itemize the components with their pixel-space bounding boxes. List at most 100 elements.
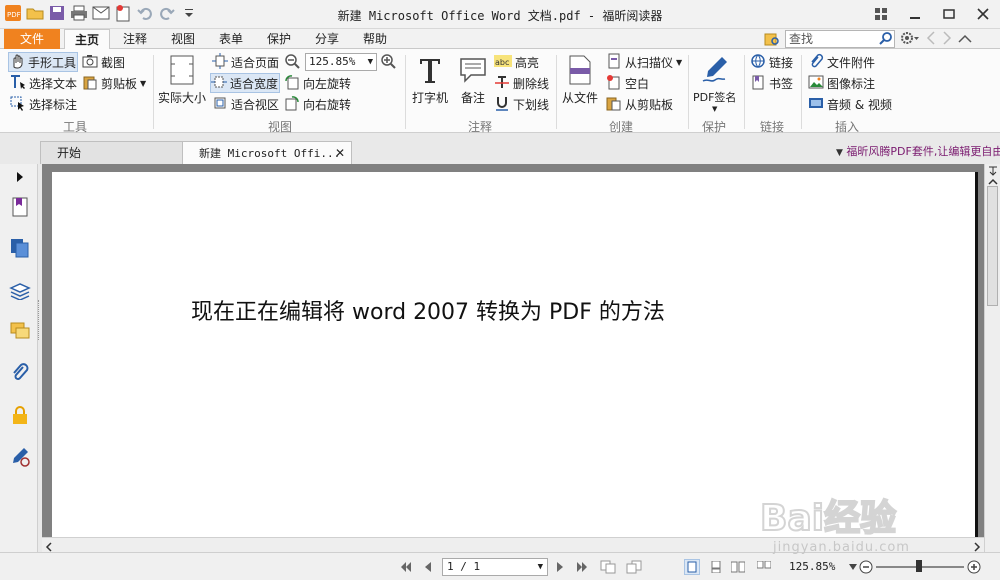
restore-icon[interactable] [932, 0, 966, 28]
typewriter-button[interactable]: 打字机 [412, 53, 448, 106]
comments-panel-icon[interactable] [9, 320, 31, 342]
separator [153, 55, 154, 129]
blank-page-icon [606, 74, 622, 93]
last-page-icon[interactable] [574, 559, 590, 575]
svg-text:abc: abc [495, 58, 509, 67]
hand-tool-button[interactable]: 手形工具 [8, 52, 78, 72]
page-number-select[interactable]: 1 / 1 ▼ [442, 558, 548, 576]
select-annotation-button[interactable]: 选择标注 [10, 94, 77, 114]
from-file-button[interactable]: 从文件 [562, 53, 598, 106]
clipboard-icon [606, 95, 622, 114]
group-label-insert: 插入 [834, 120, 859, 134]
image-annotation-button[interactable]: 图像标注 [808, 73, 875, 93]
next-view-icon[interactable] [626, 559, 642, 575]
title-bar: PDF 新建 Microsoft Office Word 文档.pdf - 福昕… [0, 0, 1000, 29]
chevron-down-icon: ▼ [367, 57, 373, 67]
pages-panel-icon[interactable] [9, 237, 31, 259]
note-icon [456, 53, 490, 87]
signatures-panel-icon[interactable] [9, 446, 31, 468]
previous-view-icon[interactable] [600, 559, 616, 575]
tab-comment[interactable]: 注释 [114, 29, 156, 49]
select-text-button[interactable]: 选择文本 [10, 73, 77, 93]
underline-button[interactable]: 下划线 [494, 94, 549, 114]
file-pdf-icon [563, 53, 597, 87]
tab-start[interactable]: 开始 [40, 141, 185, 164]
document-text: 现在正在编辑将 word 2007 转换为 PDF 的方法 [191, 300, 665, 325]
clipboard-button[interactable]: 剪贴板 ▼ [82, 73, 146, 93]
close-tab-icon[interactable]: ✕ [335, 142, 345, 165]
rotate-right-button[interactable]: 向右旋转 [284, 94, 351, 114]
fit-width-button[interactable]: 适合宽度 [210, 73, 280, 93]
first-page-icon[interactable] [398, 559, 414, 575]
zoom-out-icon[interactable] [858, 559, 874, 575]
caret-down-icon: ▼ [836, 148, 843, 158]
tab-current-document[interactable]: 新建 Microsoft Offi... ✕ [182, 141, 352, 164]
promo-link[interactable]: ▼ 福昕风腾PDF套件,让编辑更自由 [836, 143, 1000, 159]
camera-icon [82, 54, 98, 71]
chevron-down-icon: ▼ [712, 105, 718, 113]
group-label-view: 视图 [267, 120, 292, 134]
note-button[interactable]: 备注 [456, 53, 490, 106]
ribbon-layout-icon[interactable] [864, 0, 898, 28]
continuous-facing-view-icon[interactable] [756, 559, 772, 575]
fit-visible-button[interactable]: 适合视区 [212, 94, 279, 114]
search-tools-icon[interactable] [764, 31, 780, 50]
expand-panel-icon[interactable] [9, 166, 31, 188]
file-attachment-button[interactable]: 文件附件 [808, 52, 875, 72]
zoom-select[interactable]: 125.85% ▼ [305, 53, 377, 71]
facing-view-icon[interactable] [730, 559, 746, 575]
chevron-down-icon: ▼ [140, 78, 147, 88]
zoom-out-button[interactable] [284, 52, 300, 72]
minimize-icon[interactable] [898, 0, 932, 28]
chevron-right-icon[interactable] [942, 31, 952, 48]
underline-icon [494, 95, 510, 114]
zoom-slider-thumb[interactable] [916, 560, 922, 572]
continuous-view-icon[interactable] [708, 559, 724, 575]
next-page-icon[interactable] [552, 559, 568, 575]
strikeout-button[interactable]: 删除线 [494, 73, 549, 93]
rotate-right-icon [284, 95, 300, 114]
fit-page-button[interactable]: 适合页面 [212, 52, 279, 72]
tab-form[interactable]: 表单 [210, 29, 252, 49]
blank-button[interactable]: 空白 [606, 73, 649, 93]
pdf-sign-button[interactable]: PDF签名 ▼ [693, 53, 736, 113]
zoom-in-icon[interactable] [966, 559, 982, 575]
actual-size-button[interactable]: 实际大小 [158, 53, 206, 106]
chevron-left-icon[interactable] [926, 31, 936, 48]
watermark-url: jingyan.baidu.com [773, 540, 910, 555]
group-label-links: 链接 [759, 120, 784, 134]
snapshot-button[interactable]: 截图 [82, 52, 125, 72]
tab-share[interactable]: 分享 [306, 29, 348, 49]
zoom-in-button[interactable] [380, 52, 396, 72]
group-label-annotate: 注释 [467, 120, 492, 134]
tab-home[interactable]: 主页 [64, 29, 110, 50]
layers-panel-icon[interactable] [9, 280, 31, 302]
security-lock-icon[interactable] [9, 404, 31, 426]
page-icon [165, 53, 199, 87]
vertical-scrollbar[interactable] [984, 164, 1000, 552]
bookmarks-panel-icon[interactable] [9, 196, 31, 218]
close-icon[interactable] [966, 0, 1000, 28]
highlight-button[interactable]: abc 高亮 [494, 52, 539, 72]
zoom-level: 125.85% [789, 560, 836, 573]
tab-file[interactable]: 文件 [4, 29, 60, 49]
rotate-left-button[interactable]: 向左旋转 [284, 73, 351, 93]
highlight-icon: abc [494, 54, 512, 70]
tab-protect[interactable]: 保护 [258, 29, 300, 49]
prev-page-icon[interactable] [420, 559, 436, 575]
gear-icon[interactable] [900, 31, 920, 48]
audio-video-button[interactable]: 音频 & 视频 [808, 94, 892, 114]
search-icon[interactable] [879, 32, 892, 48]
tab-help[interactable]: 帮助 [354, 29, 396, 49]
hand-icon [9, 53, 25, 72]
bookmark-button[interactable]: 书签 [750, 73, 793, 93]
from-clipboard-button[interactable]: 从剪贴板 [606, 94, 673, 114]
film-icon [808, 95, 824, 114]
attachments-panel-icon[interactable] [9, 362, 31, 384]
tab-view[interactable]: 视图 [162, 29, 204, 49]
single-page-view-icon[interactable] [684, 559, 700, 575]
chevron-up-icon[interactable] [958, 33, 972, 47]
scrollbar-thumb[interactable] [987, 186, 998, 306]
from-scanner-button[interactable]: 从扫描仪 ▼ [606, 52, 682, 72]
link-button[interactable]: 链接 [750, 52, 793, 72]
